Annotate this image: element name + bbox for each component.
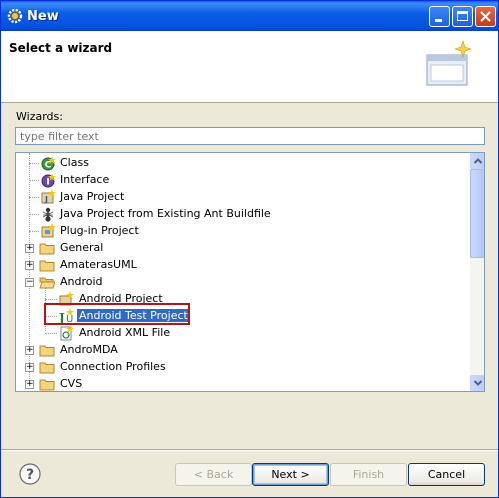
- minimize-button[interactable]: [429, 6, 450, 27]
- close-button[interactable]: [475, 6, 496, 27]
- wizard-tree[interactable]: C Class I Interface J Java Project Java …: [15, 152, 485, 392]
- tree-item-label: Java Project: [60, 190, 125, 203]
- class-icon: C: [41, 156, 56, 171]
- expand-plus-icon[interactable]: +: [25, 380, 34, 389]
- help-glyph: ?: [26, 467, 34, 483]
- svg-text:I: I: [46, 178, 49, 188]
- tree-item-label: Android XML File: [79, 326, 171, 339]
- wizards-label: Wizards:: [16, 110, 63, 123]
- scroll-up-button[interactable]: [470, 153, 484, 169]
- java-project-icon: J: [41, 189, 56, 204]
- tree-item-android[interactable]: − Android: [16, 274, 470, 291]
- tree-item-plugin-project[interactable]: Plug-in Project: [16, 223, 470, 240]
- tree-vertical-scrollbar[interactable]: [470, 153, 484, 391]
- title-bar[interactable]: New: [1, 1, 498, 31]
- tree-item-andromda[interactable]: + AndroMDA: [16, 342, 470, 359]
- window-title: New: [27, 9, 59, 24]
- back-button[interactable]: < Back: [175, 463, 252, 486]
- filter-input[interactable]: [15, 127, 485, 145]
- tree-item-general[interactable]: + General: [16, 240, 470, 257]
- expand-plus-icon[interactable]: +: [25, 261, 34, 270]
- minimize-icon: [435, 19, 442, 22]
- tree-item-label: Connection Profiles: [60, 360, 166, 373]
- ant-icon: [42, 207, 54, 222]
- eclipse-gear-icon: [7, 8, 23, 24]
- next-button[interactable]: Next >: [252, 463, 329, 486]
- tree-item-cvs[interactable]: + CVS: [16, 376, 470, 391]
- tree-item-ant-project[interactable]: Java Project from Existing Ant Buildfile: [16, 206, 470, 223]
- expand-plus-icon[interactable]: +: [25, 346, 34, 355]
- tree-item-interface[interactable]: I Interface: [16, 172, 470, 189]
- maximize-icon: [457, 11, 468, 21]
- folder-icon: [39, 345, 55, 357]
- wizard-banner: Select a wizard: [1, 31, 498, 103]
- close-icon: [480, 11, 491, 22]
- plugin-project-icon: [41, 223, 56, 238]
- tree-item-android-xml-file[interactable]: Android XML File: [16, 325, 470, 342]
- interface-icon: I: [41, 173, 56, 188]
- help-icon[interactable]: ?: [19, 463, 41, 485]
- scroll-down-button[interactable]: [470, 375, 484, 391]
- folder-icon: [39, 362, 55, 374]
- expand-plus-icon[interactable]: +: [25, 244, 34, 253]
- folder-icon: [39, 243, 55, 255]
- chevron-down-icon: [473, 380, 483, 386]
- tree-item-class[interactable]: C Class: [16, 155, 470, 172]
- android-xml-icon: [60, 325, 74, 341]
- tree-item-label: General: [60, 241, 104, 254]
- tree-item-java-project[interactable]: J Java Project: [16, 189, 470, 206]
- tree-item-amaterasuml[interactable]: + AmaterasUML: [16, 257, 470, 274]
- folder-icon: [39, 379, 55, 391]
- expand-plus-icon[interactable]: +: [25, 363, 34, 372]
- scroll-thumb[interactable]: [470, 169, 484, 258]
- tree-item-label: Java Project from Existing Ant Buildfile: [60, 207, 271, 220]
- page-title: Select a wizard: [9, 41, 113, 55]
- svg-text:J: J: [44, 195, 48, 204]
- button-bar-separator: [1, 449, 498, 451]
- tree-item-label: AndroMDA: [60, 343, 118, 356]
- tree-item-label: Android: [60, 275, 103, 288]
- folder-open-icon: [39, 277, 55, 289]
- tree-item-label: Interface: [60, 173, 110, 186]
- maximize-button[interactable]: [452, 6, 473, 27]
- chevron-up-icon: [473, 158, 483, 164]
- tree-item-label: Class: [60, 156, 89, 169]
- tree-item-label: CVS: [60, 377, 83, 390]
- cancel-button[interactable]: Cancel: [408, 463, 485, 486]
- tree-item-label: Plug-in Project: [60, 224, 139, 237]
- tree-item-label: AmaterasUML: [60, 258, 137, 271]
- new-wizard-dialog: New Select a wizard Wizards: C Class: [0, 0, 499, 498]
- annotation-highlight-box: [44, 303, 190, 325]
- wizard-window-icon: [426, 40, 472, 86]
- collapse-minus-icon[interactable]: −: [25, 278, 34, 287]
- tree-item-connection-profiles[interactable]: + Connection Profiles: [16, 359, 470, 376]
- folder-icon: [39, 260, 55, 272]
- finish-button[interactable]: Finish: [330, 463, 407, 486]
